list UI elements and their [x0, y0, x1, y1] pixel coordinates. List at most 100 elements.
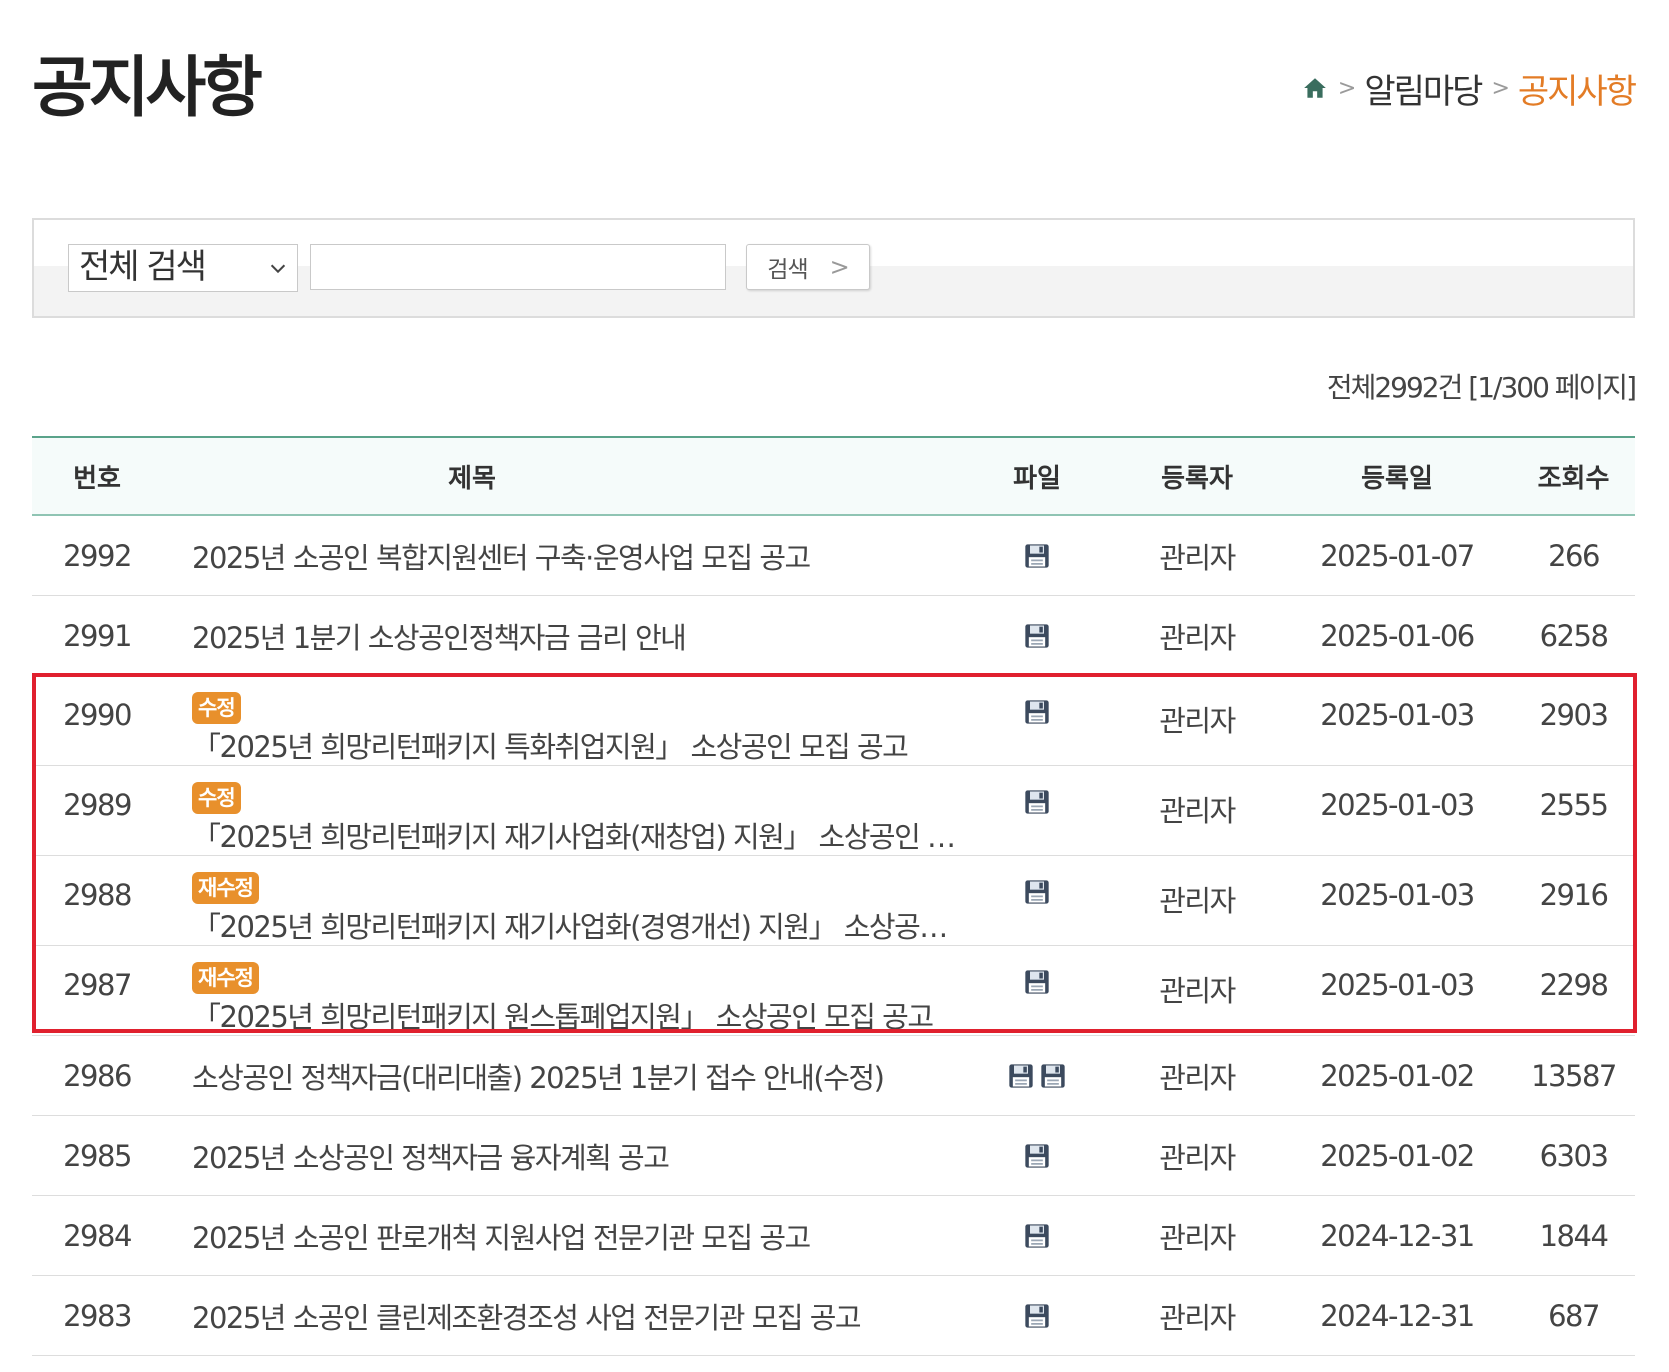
- row-title[interactable]: 2025년 소공인 클린제조환경조성 사업 전문기관 모집 공고: [192, 1295, 962, 1337]
- row-files: [962, 766, 1112, 816]
- breadcrumb-item-current[interactable]: 공지사항: [1518, 64, 1637, 113]
- row-views: 2298: [1539, 968, 1609, 1002]
- chevron-down-icon: [270, 264, 286, 274]
- total-count: 전체2992건 [1/300 페이지]: [1326, 371, 1637, 404]
- row-registrant: 관리자: [1159, 1300, 1236, 1335]
- header-date: 등록일: [1361, 463, 1433, 494]
- header-registrant: 등록자: [1161, 463, 1233, 494]
- row-title-link[interactable]: 소상공인 정책자금(대리대출) 2025년 1분기 접수 안내(수정): [162, 1055, 962, 1097]
- home-icon[interactable]: [1302, 75, 1328, 101]
- status-badge: 수정: [192, 692, 241, 724]
- breadcrumb: > 알림마당 > 공지사항: [1302, 64, 1637, 113]
- breadcrumb-separator-icon: >: [1337, 75, 1356, 101]
- row-title-link[interactable]: 2025년 소공인 클린제조환경조성 사업 전문기관 모집 공고: [162, 1295, 962, 1337]
- row-files: [962, 622, 1112, 650]
- row-views: 6258: [1539, 618, 1609, 653]
- row-num: 2985: [63, 1138, 132, 1173]
- search-button[interactable]: 검색 >: [746, 244, 870, 290]
- floppy-disk-icon[interactable]: [1007, 1062, 1035, 1090]
- search-input[interactable]: [310, 244, 726, 290]
- row-title[interactable]: 소상공인 정책자금(대리대출) 2025년 1분기 접수 안내(수정): [192, 1055, 962, 1097]
- breadcrumb-separator-icon: >: [1491, 75, 1509, 101]
- row-registrant: 관리자: [1159, 620, 1236, 655]
- row-registrant: 관리자: [1159, 884, 1236, 918]
- row-files: [962, 1222, 1112, 1250]
- row-files: [962, 1062, 1112, 1090]
- row-views: 13587: [1531, 1058, 1617, 1093]
- row-title[interactable]: 「2025년 희망리턴패키지 재기사업화(경영개선) 지원」 소상공인 모...: [192, 904, 962, 946]
- row-title[interactable]: 2025년 1분기 소상공인정책자금 금리 안내: [192, 615, 962, 657]
- floppy-disk-icon[interactable]: [1023, 542, 1051, 570]
- row-title[interactable]: 2025년 소상공인 정책자금 융자계획 공고: [192, 1135, 962, 1177]
- table-row[interactable]: 2989 수정 「2025년 희망리턴패키지 재기사업화(재창업) 지원」 소상공인…: [32, 766, 1635, 856]
- row-registrant: 관리자: [1159, 1140, 1236, 1175]
- floppy-disk-icon[interactable]: [1023, 878, 1051, 906]
- status-badge: 재수정: [192, 962, 259, 994]
- floppy-disk-icon[interactable]: [1023, 1302, 1051, 1330]
- row-views: 1844: [1539, 1218, 1609, 1253]
- row-views: 2903: [1539, 698, 1609, 732]
- floppy-disk-icon[interactable]: [1023, 698, 1051, 726]
- floppy-disk-icon[interactable]: [1023, 622, 1051, 650]
- row-num: 2989: [63, 788, 132, 822]
- row-files: [962, 946, 1112, 996]
- table-row[interactable]: 2987 재수정 「2025년 희망리턴패키지 원스톱폐업지원」 소상공인 모집 공…: [32, 946, 1635, 1036]
- search-area: 전체 검색 검색 >: [32, 218, 1635, 318]
- row-title-link[interactable]: 수정 「2025년 희망리턴패키지 특화취업지원」 소상공인 모집 공고: [162, 676, 962, 766]
- table-row[interactable]: 2988 재수정 「2025년 희망리턴패키지 재기사업화(경영개선) 지원」 소상…: [32, 856, 1635, 946]
- row-title[interactable]: 「2025년 희망리턴패키지 재기사업화(재창업) 지원」 소상공인 모집...: [192, 814, 962, 856]
- table-row[interactable]: 2992 2025년 소공인 복합지원센터 구축·운영사업 모집 공고 관리자 202…: [32, 516, 1635, 596]
- row-files: [962, 856, 1112, 906]
- header-num: 번호: [73, 463, 121, 494]
- table-header: 번호 제목 파일 등록자 등록일 조회수: [32, 436, 1635, 516]
- row-title-link[interactable]: 2025년 소공인 판로개척 지원사업 전문기관 모집 공고: [162, 1215, 962, 1257]
- row-title-link[interactable]: 수정 「2025년 희망리턴패키지 재기사업화(재창업) 지원」 소상공인 모집.…: [162, 766, 962, 856]
- row-files: [962, 1142, 1112, 1170]
- floppy-disk-icon[interactable]: [1023, 1222, 1051, 1250]
- row-num: 2991: [63, 618, 132, 653]
- row-title[interactable]: 「2025년 희망리턴패키지 원스톱폐업지원」 소상공인 모집 공고: [192, 994, 962, 1036]
- row-date: 2025-01-03: [1320, 788, 1475, 822]
- row-num: 2990: [63, 698, 132, 732]
- header-title: 제목: [448, 463, 496, 494]
- row-title[interactable]: 「2025년 희망리턴패키지 특화취업지원」 소상공인 모집 공고: [192, 724, 962, 766]
- row-files: [962, 1302, 1112, 1330]
- row-num: 2987: [63, 968, 132, 1002]
- notice-table: 번호 제목 파일 등록자 등록일 조회수 2992 2025년 소공인 복합지원센…: [32, 436, 1635, 1356]
- floppy-disk-icon[interactable]: [1023, 968, 1051, 996]
- table-row[interactable]: 2990 수정 「2025년 희망리턴패키지 특화취업지원」 소상공인 모집 공고 관…: [32, 676, 1635, 766]
- table-row[interactable]: 2984 2025년 소공인 판로개척 지원사업 전문기관 모집 공고 관리자 202…: [32, 1196, 1635, 1276]
- row-title-link[interactable]: 2025년 1분기 소상공인정책자금 금리 안내: [162, 615, 962, 657]
- breadcrumb-item-notice-area[interactable]: 알림마당: [1364, 64, 1483, 113]
- floppy-disk-icon[interactable]: [1023, 1142, 1051, 1170]
- table-row[interactable]: 2991 2025년 1분기 소상공인정책자금 금리 안내 관리자 2025-01-0…: [32, 596, 1635, 676]
- row-title-link[interactable]: 재수정 「2025년 희망리턴패키지 재기사업화(경영개선) 지원」 소상공인 모…: [162, 856, 962, 946]
- row-date: 2024-12-31: [1320, 1298, 1475, 1333]
- row-num: 2986: [63, 1058, 132, 1093]
- floppy-disk-icon[interactable]: [1039, 1062, 1067, 1090]
- row-num: 2984: [63, 1218, 132, 1253]
- row-num: 2983: [63, 1298, 132, 1333]
- row-date: 2025-01-06: [1320, 618, 1475, 653]
- row-registrant: 관리자: [1159, 1060, 1236, 1095]
- row-title-link[interactable]: 2025년 소상공인 정책자금 융자계획 공고: [162, 1135, 962, 1177]
- row-registrant: 관리자: [1159, 974, 1236, 1008]
- row-date: 2025-01-03: [1320, 878, 1475, 912]
- row-title-link[interactable]: 재수정 「2025년 희망리턴패키지 원스톱폐업지원」 소상공인 모집 공고: [162, 946, 962, 1036]
- page-title: 공지사항: [32, 49, 263, 126]
- floppy-disk-icon[interactable]: [1023, 788, 1051, 816]
- row-registrant: 관리자: [1159, 794, 1236, 828]
- row-title[interactable]: 2025년 소공인 판로개척 지원사업 전문기관 모집 공고: [192, 1215, 962, 1257]
- row-views: 2916: [1539, 878, 1609, 912]
- row-title[interactable]: 2025년 소공인 복합지원센터 구축·운영사업 모집 공고: [192, 535, 962, 577]
- search-scope-select[interactable]: 전체 검색: [68, 244, 298, 292]
- table-row[interactable]: 2983 2025년 소공인 클린제조환경조성 사업 전문기관 모집 공고 관리자 2…: [32, 1276, 1635, 1356]
- chevron-right-icon: >: [829, 253, 850, 281]
- table-row[interactable]: 2986 소상공인 정책자금(대리대출) 2025년 1분기 접수 안내(수정) 관…: [32, 1036, 1635, 1116]
- row-date: 2024-12-31: [1320, 1218, 1475, 1253]
- table-row[interactable]: 2985 2025년 소상공인 정책자금 융자계획 공고 관리자 2025-01-02…: [32, 1116, 1635, 1196]
- row-date: 2025-01-02: [1320, 1058, 1475, 1093]
- row-title-link[interactable]: 2025년 소공인 복합지원센터 구축·운영사업 모집 공고: [162, 535, 962, 577]
- row-date: 2025-01-07: [1320, 538, 1475, 573]
- row-date: 2025-01-02: [1320, 1138, 1475, 1173]
